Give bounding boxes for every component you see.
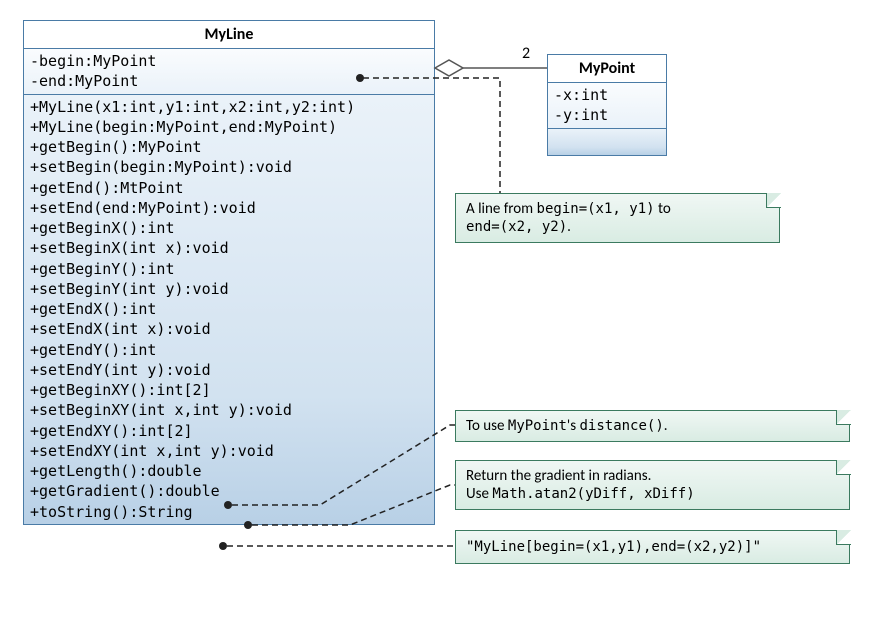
attr-row: -end:MyPoint	[30, 71, 428, 91]
method-row: +setBeginY(int y):void	[30, 279, 428, 299]
uml-class-mypoint: MyPoint -x:int -y:int	[547, 54, 667, 156]
method-row: +setBeginX(int x):void	[30, 238, 428, 258]
note-constructor-desc: A line from begin=(x1, y1) to end=(x2, y…	[455, 193, 780, 243]
attr-row: -x:int	[554, 85, 660, 105]
class-title-mypoint: MyPoint	[548, 55, 666, 83]
method-row: +getEnd():MtPoint	[30, 178, 428, 198]
method-row: +setEnd(end:MyPoint):void	[30, 198, 428, 218]
method-row: +setEndX(int x):void	[30, 319, 428, 339]
method-row: +MyLine(begin:MyPoint,end:MyPoint)	[30, 117, 428, 137]
note-tostring: "MyLine[begin=(x1,y1),end=(x2,y2)]"	[455, 530, 850, 564]
note-text: .	[664, 417, 668, 435]
method-row: +setBegin(begin:MyPoint):void	[30, 157, 428, 177]
note-text: To use	[466, 417, 508, 435]
note-text: .	[567, 218, 571, 236]
method-row: +getBeginY():int	[30, 259, 428, 279]
method-row: +getLength():double	[30, 461, 428, 481]
note-text: to	[655, 200, 671, 218]
method-row: +setBeginXY(int x,int y):void	[30, 400, 428, 420]
note-code: end=(x2, y2)	[466, 219, 567, 235]
uml-class-myline: MyLine -begin:MyPoint -end:MyPoint +MyLi…	[23, 20, 435, 525]
method-row: +toString():String	[30, 502, 428, 522]
note-text: Return the gradient in radians.	[466, 467, 651, 485]
method-row: +MyLine(x1:int,y1:int,x2:int,y2:int)	[30, 97, 428, 117]
method-row: +getEndY():int	[30, 340, 428, 360]
method-row: +getBeginX():int	[30, 218, 428, 238]
class-attributes-mypoint: -x:int -y:int	[548, 83, 666, 129]
class-attributes-myline: -begin:MyPoint -end:MyPoint	[24, 49, 434, 95]
class-methods-myline: +MyLine(x1:int,y1:int,x2:int,y2:int)+MyL…	[24, 95, 434, 524]
note-text: A line from	[466, 200, 537, 218]
method-row: +getEndXY():int[2]	[30, 421, 428, 441]
multiplicity-label: 2	[522, 44, 530, 63]
class-title-myline: MyLine	[24, 21, 434, 49]
method-row: +setEndY(int y):void	[30, 360, 428, 380]
note-code: distance()	[579, 418, 663, 434]
note-getlength: To use MyPoint's distance().	[455, 410, 850, 442]
note-code: MyPoint	[508, 418, 567, 434]
note-getgradient: Return the gradient in radians. Use Math…	[455, 460, 850, 510]
note-text: Use	[466, 485, 492, 503]
method-row: +getGradient():double	[30, 481, 428, 501]
note-text: "MyLine[begin=(x1,y1),end=(x2,y2)]"	[466, 539, 761, 555]
note-code: begin=(x1, y1)	[537, 201, 655, 217]
note-text: 's	[567, 417, 580, 435]
class-methods-mypoint	[548, 129, 666, 155]
method-row: +setEndXY(int x,int y):void	[30, 441, 428, 461]
method-row: +getBeginXY():int[2]	[30, 380, 428, 400]
attr-row: -begin:MyPoint	[30, 51, 428, 71]
method-row: +getBegin():MyPoint	[30, 137, 428, 157]
attr-row: -y:int	[554, 105, 660, 125]
note-code: Math.atan2(yDiff, xDiff)	[492, 486, 694, 502]
method-row: +getEndX():int	[30, 299, 428, 319]
